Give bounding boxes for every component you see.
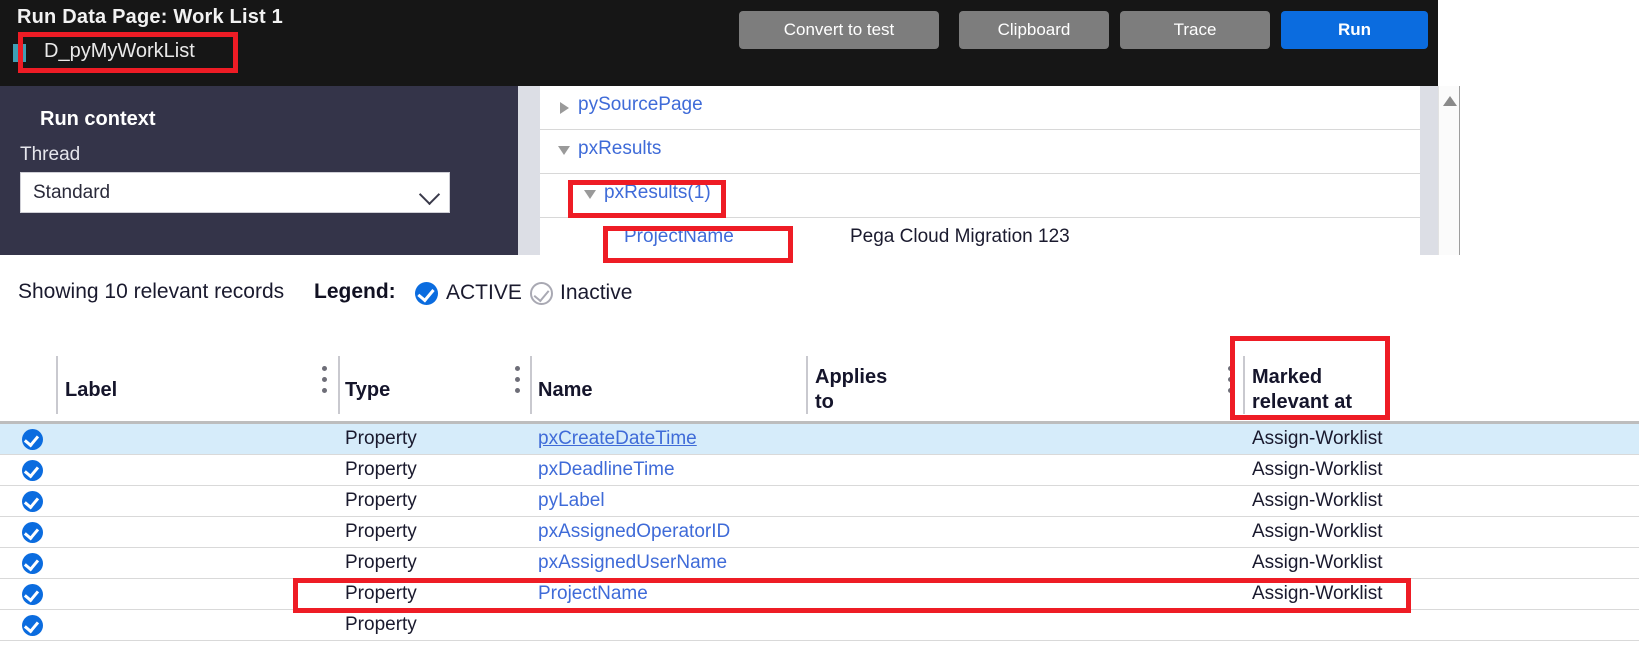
column-header-type[interactable]: Type — [345, 378, 390, 403]
table-row[interactable]: Property ProjectName Assign-Worklist — [0, 579, 1639, 610]
trace-button[interactable]: Trace — [1120, 11, 1270, 49]
cell-type: Property — [345, 552, 417, 573]
inactive-check-icon — [530, 282, 553, 305]
tree-item-label[interactable]: ProjectName — [624, 226, 734, 248]
table-row[interactable]: Property pxAssignedUserName Assign-Workl… — [0, 548, 1639, 579]
legend-bar: Showing 10 relevant records Legend: ACTI… — [0, 258, 1639, 334]
tree-row[interactable]: ProjectName Pega Cloud Migration 123 — [540, 218, 1438, 255]
chevron-down-icon[interactable] — [558, 146, 570, 155]
column-header-applies-to-line2[interactable]: to — [815, 390, 834, 415]
status-active-icon — [22, 429, 43, 450]
thread-select-value: Standard — [33, 182, 111, 203]
cell-name[interactable]: pxAssignedOperatorID — [538, 521, 730, 543]
column-divider — [56, 356, 58, 414]
pause-icon — [13, 44, 27, 62]
status-active-icon — [22, 522, 43, 543]
column-divider — [1243, 356, 1245, 414]
legend-inactive-label: Inactive — [560, 281, 633, 304]
cell-type: Property — [345, 490, 417, 511]
top-header-bar: Run Data Page: Work List 1 D_pyMyWorkLis… — [0, 0, 1438, 86]
active-check-icon — [415, 282, 438, 305]
scroll-up-arrow-icon[interactable] — [1443, 96, 1457, 106]
tree-item-label[interactable]: pxResults — [578, 138, 661, 160]
thread-select[interactable]: Standard — [20, 172, 450, 213]
tree-row[interactable]: pxResults(1) — [540, 174, 1438, 218]
chevron-right-icon[interactable] — [560, 102, 569, 114]
status-active-icon — [22, 460, 43, 481]
status-active-icon — [22, 584, 43, 605]
column-divider — [530, 356, 532, 414]
legend-label: Legend: — [314, 280, 396, 303]
results-tree-panel: pySourcePage pxResults pxResults(1) Proj… — [540, 86, 1438, 255]
table-row[interactable]: Property pxCreateDateTime Assign-Worklis… — [0, 424, 1639, 455]
column-divider — [806, 356, 808, 414]
tree-item-label[interactable]: pxResults(1) — [604, 182, 711, 204]
cell-name[interactable]: ProjectName — [538, 583, 648, 605]
cell-marked-relevant-at: Assign-Worklist — [1252, 583, 1383, 604]
cell-marked-relevant-at: Assign-Worklist — [1252, 459, 1383, 480]
vertical-scrollbar[interactable] — [1438, 86, 1460, 255]
run-context-title: Run context — [40, 108, 156, 130]
column-header-marked-line1[interactable]: Marked — [1252, 365, 1322, 390]
tree-item-value: Pega Cloud Migration 123 — [850, 226, 1070, 247]
column-header-applies-to-line1[interactable]: Applies — [815, 365, 887, 390]
thread-label: Thread — [20, 144, 81, 165]
table-row[interactable]: Property pxAssignedOperatorID Assign-Wor… — [0, 517, 1639, 548]
chevron-down-icon[interactable] — [584, 190, 596, 199]
column-header-label[interactable]: Label — [65, 378, 117, 403]
column-menu-label[interactable] — [322, 366, 327, 399]
relevant-records-table: Label Type Name Applies to Marked releva… — [0, 334, 1639, 648]
page-title: Run Data Page: Work List 1 — [17, 6, 283, 28]
tree-row[interactable]: pxResults — [540, 130, 1438, 174]
column-header-name[interactable]: Name — [538, 378, 592, 403]
tree-scroll-gutter — [1420, 86, 1438, 255]
status-active-icon — [22, 553, 43, 574]
legend-active-label: ACTIVE — [446, 281, 522, 304]
record-count-text: Showing 10 relevant records — [18, 280, 285, 303]
column-menu-applies-to[interactable] — [1228, 366, 1233, 399]
tree-item-label[interactable]: pySourcePage — [578, 94, 703, 116]
cell-name[interactable]: pxDeadlineTime — [538, 459, 675, 481]
cell-marked-relevant-at: Assign-Worklist — [1252, 428, 1383, 449]
convert-to-test-button[interactable]: Convert to test — [739, 11, 939, 49]
cell-type: Property — [345, 583, 417, 604]
table-header-row: Label Type Name Applies to Marked releva… — [0, 334, 1639, 424]
cell-name[interactable]: pxAssignedUserName — [538, 552, 727, 574]
cell-type: Property — [345, 614, 417, 635]
cell-type: Property — [345, 428, 417, 449]
cell-name[interactable]: pyLabel — [538, 490, 605, 512]
clipboard-button[interactable]: Clipboard — [959, 11, 1109, 49]
table-row[interactable]: Property — [0, 610, 1639, 641]
status-active-icon — [22, 615, 43, 636]
cell-marked-relevant-at: Assign-Worklist — [1252, 490, 1383, 511]
column-menu-type[interactable] — [515, 366, 520, 399]
cell-type: Property — [345, 459, 417, 480]
column-header-marked-line2[interactable]: relevant at — [1252, 390, 1352, 415]
run-button[interactable]: Run — [1281, 11, 1428, 49]
status-active-icon — [22, 491, 43, 512]
cell-marked-relevant-at: Assign-Worklist — [1252, 552, 1383, 573]
run-context-panel: Run context Thread Standard — [0, 86, 518, 255]
table-row[interactable]: Property pxDeadlineTime Assign-Worklist — [0, 455, 1639, 486]
data-page-name: D_pyMyWorkList — [44, 40, 195, 62]
cell-name[interactable]: pxCreateDateTime — [538, 428, 697, 450]
cell-marked-relevant-at: Assign-Worklist — [1252, 521, 1383, 542]
cell-type: Property — [345, 521, 417, 542]
chevron-down-icon — [418, 183, 441, 206]
tree-row[interactable]: pySourcePage — [540, 86, 1438, 130]
table-row[interactable]: Property pyLabel Assign-Worklist — [0, 486, 1639, 517]
panel-divider — [518, 86, 540, 255]
column-divider — [338, 356, 340, 414]
